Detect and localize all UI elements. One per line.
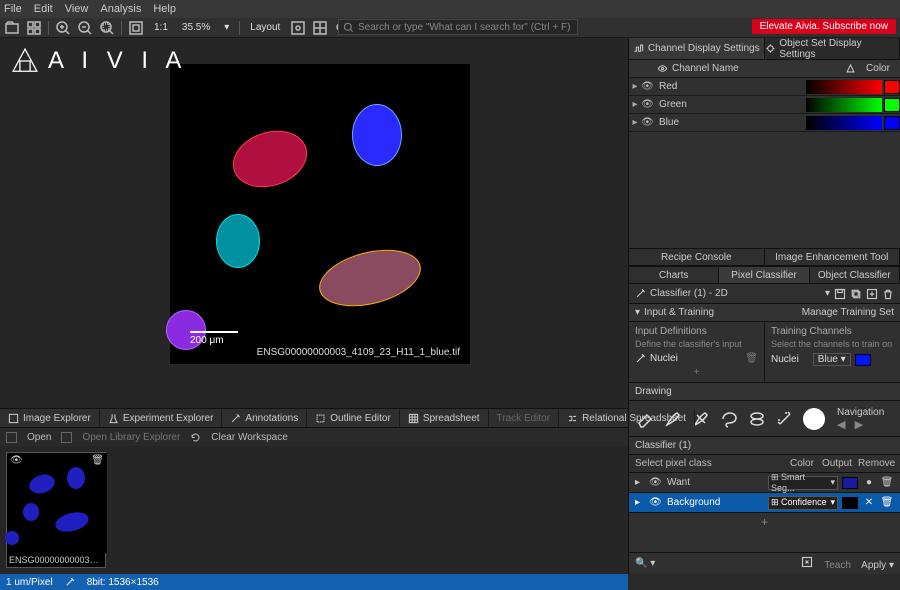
thumbnail-item[interactable]: 👁 🗑 ENSG00000000003_4109_23_H... bbox=[6, 452, 106, 568]
viewport-panel: A I V I A 200 μm ENSG00000000003_4109_23… bbox=[0, 38, 628, 574]
right-panel: Channel Display Settings Object Set Disp… bbox=[628, 38, 900, 574]
color-swatch[interactable] bbox=[884, 116, 900, 130]
copy-icon[interactable] bbox=[850, 288, 862, 300]
status-bar: 1 um/Pixel 8bit: 1536×1536 bbox=[0, 574, 628, 590]
status-bits: 8bit: 1536×1536 bbox=[87, 577, 159, 588]
search-input[interactable]: Search or type "What can I search for" (… bbox=[338, 19, 578, 35]
trash-icon[interactable]: 🗑 bbox=[91, 455, 104, 466]
brush-preview[interactable] bbox=[803, 408, 825, 430]
channel-header: Channel Name Color bbox=[629, 60, 900, 78]
output-toggle[interactable]: ● bbox=[862, 477, 876, 488]
teach-button[interactable]: Teach bbox=[824, 560, 851, 571]
section-drawing: Drawing bbox=[629, 383, 900, 401]
menu-help[interactable]: Help bbox=[153, 3, 176, 15]
channel-row-green[interactable]: ▸👁Green bbox=[629, 96, 900, 114]
class-mode-select[interactable]: ⊞ Smart Seg...▾ bbox=[768, 476, 838, 490]
tab-relational-spreadsheet[interactable]: Relational Spreadsheet bbox=[559, 409, 695, 427]
tab-object-classifier[interactable]: Object Classifier bbox=[810, 266, 900, 284]
search-placeholder: Search or type "What can I search for" (… bbox=[358, 22, 570, 33]
grid-icon[interactable] bbox=[26, 20, 42, 36]
tab-image-enhancement[interactable]: Image Enhancement Tool bbox=[765, 248, 900, 266]
training-color-swatch[interactable] bbox=[855, 354, 871, 366]
color-swatch[interactable] bbox=[884, 80, 900, 94]
class-color-swatch[interactable] bbox=[842, 497, 858, 509]
open-checkbox[interactable] bbox=[6, 432, 17, 443]
output-toggle[interactable]: ✕ bbox=[862, 497, 876, 508]
circle-stack-icon[interactable] bbox=[747, 409, 767, 429]
zoom-in-icon[interactable] bbox=[55, 20, 71, 36]
manage-training-set[interactable]: Manage Training Set bbox=[802, 307, 894, 318]
tab-track-editor: Track Editor bbox=[489, 409, 560, 427]
layout-label: Layout bbox=[246, 22, 284, 33]
menu-edit[interactable]: Edit bbox=[34, 3, 53, 15]
tab-annotations[interactable]: Annotations bbox=[222, 409, 307, 427]
explorer-tools: Open Open Library Explorer Clear Workspa… bbox=[0, 428, 628, 446]
openlib-checkbox[interactable] bbox=[61, 432, 72, 443]
explorer-tabs: Image Explorer Experiment Explorer Annot… bbox=[0, 408, 628, 428]
layout-1-icon[interactable] bbox=[290, 20, 306, 36]
tab-pixel-classifier[interactable]: Pixel Classifier bbox=[719, 266, 809, 284]
apply-button[interactable]: Apply ▾ bbox=[861, 560, 894, 571]
layout-2-icon[interactable] bbox=[312, 20, 328, 36]
classifier-selector[interactable]: Classifier (1) - 2D▾ bbox=[629, 284, 900, 304]
color-swatch[interactable] bbox=[884, 98, 900, 112]
zoom-percent[interactable]: 35.5% bbox=[178, 22, 214, 33]
channel-row-red[interactable]: ▸👁Red bbox=[629, 78, 900, 96]
tab-outline-editor[interactable]: Outline Editor bbox=[307, 409, 400, 427]
input-nuclei[interactable]: Nuclei bbox=[650, 353, 678, 364]
thumbnail-label: ENSG00000000003_4109_23_H... bbox=[7, 553, 105, 567]
channel-row-blue[interactable]: ▸👁Blue bbox=[629, 114, 900, 132]
training-channels-header: Training Channels bbox=[771, 326, 894, 337]
tab-charts[interactable]: Charts bbox=[629, 266, 719, 284]
add-input[interactable]: + bbox=[635, 367, 758, 378]
status-scale: 1 um/Pixel bbox=[6, 577, 53, 588]
search-toggle-icon[interactable]: 🔍 ▾ bbox=[635, 558, 655, 569]
input-definitions-header: Input Definitions bbox=[635, 326, 758, 337]
image-canvas[interactable]: 200 μm ENSG00000000003_4109_23_H11_1_blu… bbox=[170, 64, 470, 364]
section-input-training[interactable]: ▾Input & Training Manage Training Set bbox=[629, 304, 900, 322]
lasso-icon[interactable] bbox=[719, 409, 739, 429]
training-channel-select[interactable]: Blue ▾ bbox=[813, 353, 851, 366]
tab-objectset-display[interactable]: Object Set Display Settings bbox=[765, 38, 900, 59]
class-row-background[interactable]: ▸👁Background⊞ Confidence▾✕🗑 bbox=[629, 493, 900, 513]
scale-bar: 200 μm bbox=[190, 331, 238, 346]
trash-icon[interactable]: 🗑 bbox=[745, 353, 758, 364]
expand-icon[interactable] bbox=[801, 556, 813, 568]
zoom-select-icon[interactable] bbox=[99, 20, 115, 36]
magic-wand-icon[interactable] bbox=[775, 409, 795, 429]
menu-view[interactable]: View bbox=[65, 3, 89, 15]
zoom-out-icon[interactable] bbox=[77, 20, 93, 36]
open-file-icon[interactable] bbox=[4, 20, 20, 36]
elevate-button[interactable]: Elevate Aivia. Subscribe now bbox=[752, 19, 896, 34]
class-color-swatch[interactable] bbox=[842, 477, 858, 489]
remove-class-icon[interactable]: 🗑 bbox=[880, 477, 894, 488]
menubar: File Edit View Analysis Help bbox=[0, 0, 900, 18]
aivia-logo: A I V I A bbox=[8, 44, 187, 78]
tab-recipe-console[interactable]: Recipe Console bbox=[629, 248, 765, 266]
tab-channel-display[interactable]: Channel Display Settings bbox=[629, 38, 765, 59]
classifier-list-header: Classifier (1) bbox=[629, 437, 900, 455]
eye-icon: 👁 bbox=[10, 455, 23, 466]
zoom-ratio: 1:1 bbox=[150, 22, 172, 33]
thumbnail-panel: 👁 🗑 ENSG00000000003_4109_23_H... bbox=[0, 446, 628, 574]
fit-icon[interactable] bbox=[128, 20, 144, 36]
clear-icon[interactable] bbox=[190, 432, 201, 443]
filename-label: ENSG00000000003_4109_23_H11_1_blue.tif bbox=[257, 347, 460, 358]
tab-experiment-explorer[interactable]: Experiment Explorer bbox=[100, 409, 223, 427]
menu-analysis[interactable]: Analysis bbox=[100, 3, 141, 15]
save-icon[interactable] bbox=[834, 288, 846, 300]
remove-class-icon[interactable]: 🗑 bbox=[880, 497, 894, 508]
tab-image-explorer[interactable]: Image Explorer bbox=[0, 409, 100, 427]
menu-file[interactable]: File bbox=[4, 3, 22, 15]
navigation-label: Navigation bbox=[837, 407, 884, 418]
class-row-want[interactable]: ▸👁Want⊞ Smart Seg...▾●🗑 bbox=[629, 473, 900, 493]
trash-icon[interactable] bbox=[882, 288, 894, 300]
class-mode-select[interactable]: ⊞ Confidence▾ bbox=[768, 496, 838, 510]
tab-spreadsheet[interactable]: Spreadsheet bbox=[400, 409, 489, 427]
add-icon[interactable] bbox=[866, 288, 878, 300]
toolbar: 1:1 35.5% ▾ Layout Search or type "What … bbox=[0, 18, 900, 38]
add-class[interactable]: + bbox=[629, 513, 900, 531]
